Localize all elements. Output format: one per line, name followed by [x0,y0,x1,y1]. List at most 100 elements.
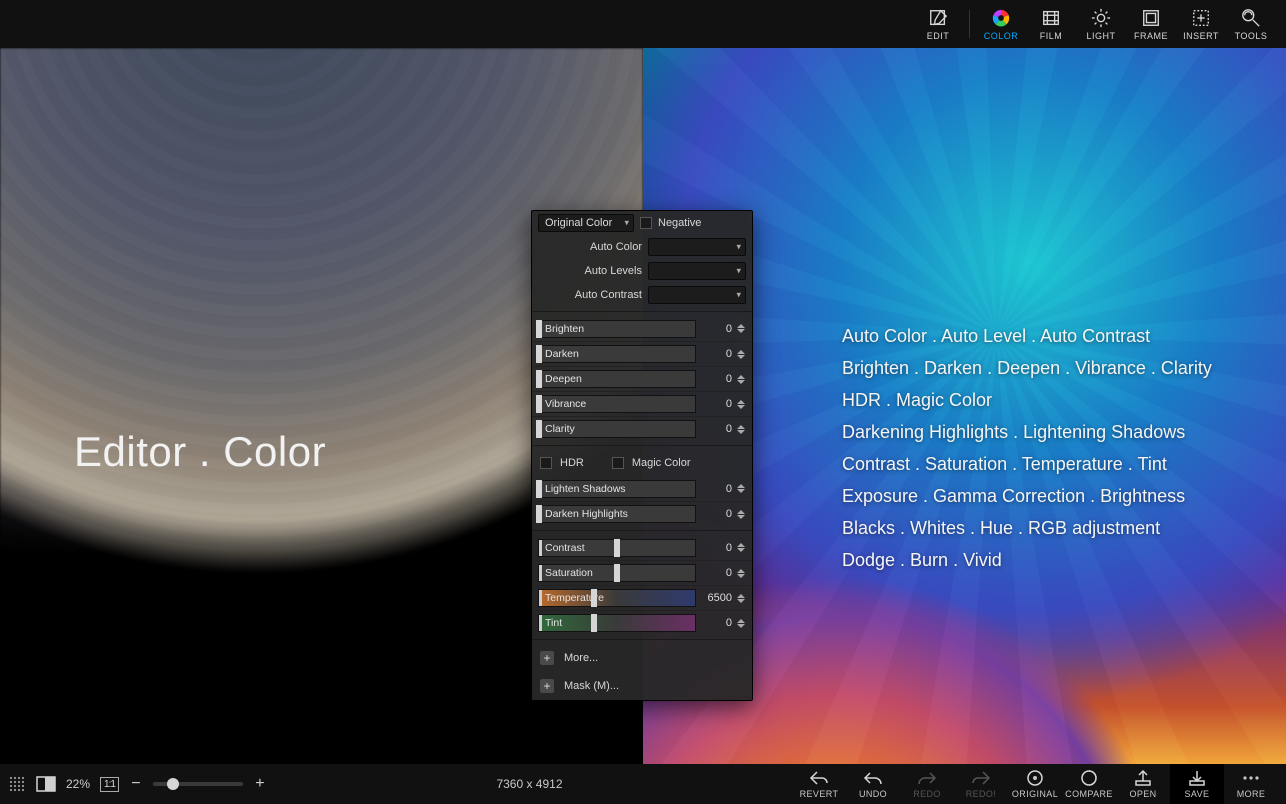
stepper[interactable] [736,510,746,519]
stepper[interactable] [736,594,746,603]
auto-levels-select[interactable] [648,262,746,280]
slider-handle[interactable] [536,420,542,438]
bottom-undo-button[interactable]: UNDO [846,764,900,804]
stepper[interactable] [736,484,746,493]
slider-value[interactable]: 0 [700,508,732,520]
stepper[interactable] [736,400,746,409]
top-insert[interactable]: INSERT [1176,8,1226,41]
fit-screen-icon[interactable] [36,776,56,792]
slider-value[interactable]: 0 [700,483,732,495]
slider-handle[interactable] [536,505,542,523]
stepper-down-icon[interactable] [737,574,745,578]
grid-icon[interactable] [8,775,26,793]
bottom-compare-button[interactable]: COMPARE [1062,764,1116,804]
slider-handle[interactable] [536,395,542,413]
slider-handle[interactable] [591,614,597,632]
bottom-more-button[interactable]: MORE [1224,764,1278,804]
stepper[interactable] [736,350,746,359]
stepper-up-icon[interactable] [737,425,745,429]
stepper-up-icon[interactable] [737,400,745,404]
top-edit[interactable]: EDIT [913,8,963,41]
auto-color-select[interactable] [648,238,746,256]
stepper-down-icon[interactable] [737,355,745,359]
slider-handle[interactable] [614,539,620,557]
stepper-down-icon[interactable] [737,489,745,493]
slider-tint[interactable]: Tint [538,614,696,632]
stepper-up-icon[interactable] [737,375,745,379]
stepper[interactable] [736,425,746,434]
slider-value[interactable]: 0 [700,323,732,335]
slider-brighten[interactable]: Brighten [538,320,696,338]
slider-handle[interactable] [536,345,542,363]
color-mode-select-el[interactable]: Original Color [538,214,634,232]
bottom-revert-button[interactable]: REVERT [792,764,846,804]
slider-value[interactable]: 0 [700,398,732,410]
stepper-up-icon[interactable] [737,543,745,547]
slider-saturation[interactable]: Saturation [538,564,696,582]
zoom-1-1[interactable]: 1:1 [100,777,119,792]
slider-darken[interactable]: Darken [538,345,696,363]
bottom-save-button[interactable]: SAVE [1170,764,1224,804]
stepper-down-icon[interactable] [737,329,745,333]
slider-deepen[interactable]: Deepen [538,370,696,388]
zoom-in-button[interactable]: + [253,775,267,793]
magic-color-checkbox[interactable] [612,457,624,469]
slider-value[interactable]: 0 [700,567,732,579]
stepper-down-icon[interactable] [737,380,745,384]
slider-value[interactable]: 0 [700,423,732,435]
slider-value[interactable]: 0 [700,348,732,360]
slider-contrast[interactable]: Contrast [538,539,696,557]
top-film[interactable]: FILM [1026,8,1076,41]
slider-value[interactable]: 0 [700,373,732,385]
stepper-up-icon[interactable] [737,324,745,328]
canvas-area[interactable]: Editor . Color Auto Color . Auto Level .… [0,48,1286,764]
stepper[interactable] [736,375,746,384]
stepper-up-icon[interactable] [737,619,745,623]
stepper-up-icon[interactable] [737,350,745,354]
stepper-down-icon[interactable] [737,624,745,628]
hdr-checkbox[interactable] [540,457,552,469]
stepper-up-icon[interactable] [737,569,745,573]
top-color[interactable]: COLOR [976,8,1026,41]
stepper-down-icon[interactable] [737,405,745,409]
slider-handle[interactable] [536,320,542,338]
stepper[interactable] [736,324,746,333]
top-frame[interactable]: FRAME [1126,8,1176,41]
auto-contrast-select[interactable] [648,286,746,304]
zoom-out-button[interactable]: − [129,775,143,793]
negative-checkbox[interactable] [640,217,652,229]
slider-value[interactable]: 6500 [700,592,732,604]
stepper-down-icon[interactable] [737,430,745,434]
bottom-open-button[interactable]: OPEN [1116,764,1170,804]
slider-lighten-shadows[interactable]: Lighten Shadows [538,480,696,498]
stepper-up-icon[interactable] [737,594,745,598]
slider-temperature[interactable]: Temperature [538,589,696,607]
zoom-percent[interactable]: 22% [66,777,90,791]
slider-handle[interactable] [614,564,620,582]
stepper-up-icon[interactable] [737,510,745,514]
stepper-down-icon[interactable] [737,515,745,519]
bottom-original-button[interactable]: ORIGINAL [1008,764,1062,804]
slider-handle[interactable] [536,480,542,498]
slider-darken-highlights[interactable]: Darken Highlights [538,505,696,523]
zoom-slider-thumb[interactable] [167,778,179,790]
slider-handle[interactable] [591,589,597,607]
color-mode-select[interactable]: Original Color [538,214,634,232]
stepper-down-icon[interactable] [737,548,745,552]
bottom-label: UNDO [859,789,887,799]
stepper-down-icon[interactable] [737,599,745,603]
zoom-slider[interactable] [153,782,243,786]
slider-value[interactable]: 0 [700,542,732,554]
slider-value[interactable]: 0 [700,617,732,629]
slider-handle[interactable] [536,370,542,388]
top-tools[interactable]: TOOLS [1226,8,1276,41]
slider-vibrance[interactable]: Vibrance [538,395,696,413]
mask-row[interactable]: + Mask (M)... [532,672,752,700]
stepper-up-icon[interactable] [737,484,745,488]
stepper[interactable] [736,619,746,628]
stepper[interactable] [736,543,746,552]
stepper[interactable] [736,569,746,578]
slider-clarity[interactable]: Clarity [538,420,696,438]
more-row[interactable]: + More... [532,644,752,672]
top-light[interactable]: LIGHT [1076,8,1126,41]
